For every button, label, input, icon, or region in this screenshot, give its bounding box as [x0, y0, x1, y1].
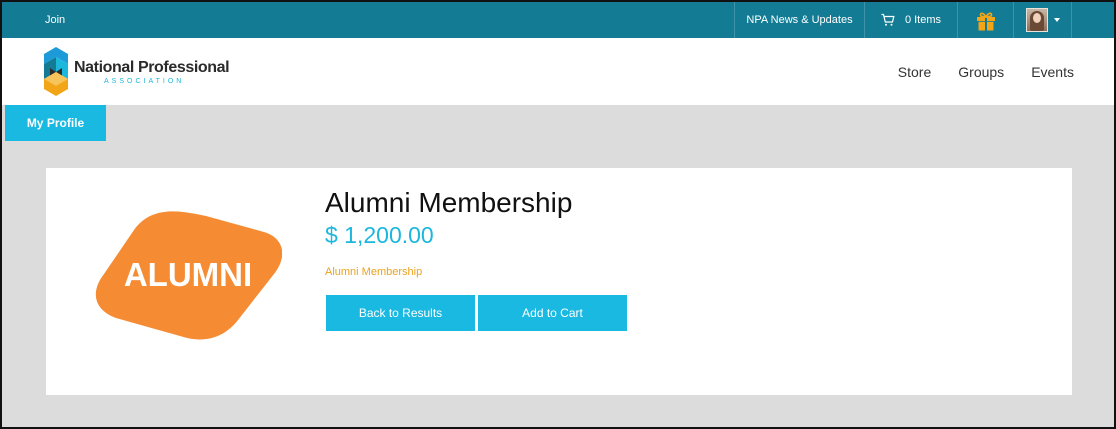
back-to-results-button[interactable]: Back to Results: [326, 295, 475, 331]
back-to-results-label: Back to Results: [358, 306, 443, 320]
product-title: Alumni Membership: [325, 187, 573, 218]
site-header: National Professional ASSOCIATION Store …: [2, 38, 1114, 105]
user-avatar: [1025, 8, 1048, 32]
gift-icon: [976, 12, 995, 31]
product-image-text: ALUMNI: [124, 256, 252, 293]
nav-store[interactable]: Store: [898, 64, 931, 80]
logo-name: National Professional: [74, 58, 230, 76]
product-category-link[interactable]: Alumni Membership: [325, 265, 572, 279]
product-actions: Back to Results Add to Cart: [326, 295, 630, 331]
app-window: Join NPA News & Updates 0 Items National…: [0, 0, 1116, 429]
account-menu[interactable]: [1013, 2, 1072, 38]
join-link[interactable]: Join: [45, 2, 65, 38]
product-price: $ 1,200.00: [325, 222, 434, 248]
gift-button[interactable]: [957, 2, 1013, 38]
cart-count-label: 0 Items: [904, 14, 942, 26]
my-profile-tab[interactable]: My Profile: [5, 105, 106, 141]
logo-wordmark: National Professional ASSOCIATION: [74, 58, 230, 85]
nav-groups[interactable]: Groups: [958, 64, 1004, 80]
logo-mark-icon: [44, 47, 68, 96]
site-logo[interactable]: National Professional ASSOCIATION: [44, 47, 230, 96]
add-to-cart-button[interactable]: Add to Cart: [478, 295, 627, 331]
news-updates-label: NPA News & Updates: [746, 14, 853, 26]
cart-icon: [881, 13, 895, 26]
add-to-cart-label: Add to Cart: [522, 306, 583, 320]
logo-tagline: ASSOCIATION: [104, 77, 185, 85]
cart-link[interactable]: 0 Items: [864, 2, 957, 38]
product-card: ALUMNI Alumni Membership $ 1,200.00 Alum…: [46, 168, 1072, 395]
utility-nav: NPA News & Updates 0 Items: [734, 2, 1072, 38]
product-info: Alumni Membership $ 1,200.00 Alumni Memb…: [325, 186, 572, 279]
news-updates-link[interactable]: NPA News & Updates: [734, 2, 864, 38]
my-profile-label: My Profile: [26, 116, 85, 130]
chevron-down-icon: [1053, 18, 1060, 22]
main-nav: Store Groups Events: [871, 38, 1074, 105]
nav-events[interactable]: Events: [1031, 64, 1074, 80]
top-utility-bar: Join NPA News & Updates 0 Items: [2, 2, 1114, 38]
product-image: ALUMNI: [96, 211, 282, 340]
